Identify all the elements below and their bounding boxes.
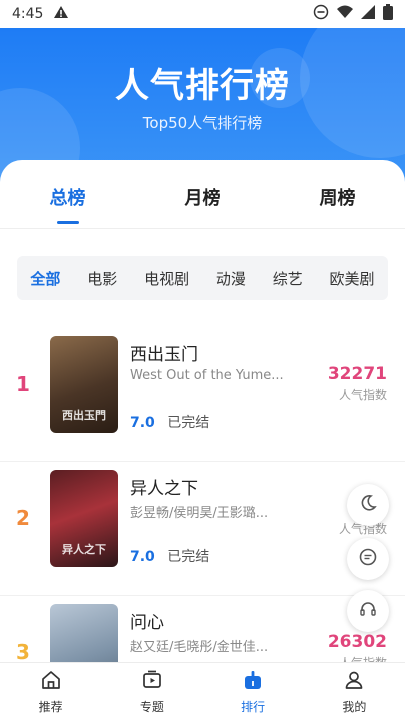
- nav-label: 排行: [241, 699, 266, 714]
- rank-number: 2: [16, 506, 30, 530]
- feedback-button[interactable]: [347, 538, 389, 580]
- headset-icon: [358, 599, 378, 623]
- poster-image[interactable]: 西出玉門: [50, 336, 118, 433]
- chat-icon: [358, 547, 378, 571]
- ranking-row[interactable]: 2 异人之下 异人之下 彭昱畅/侯明昊/王影璐... 7.0 已完结 3 人气指…: [0, 462, 405, 596]
- nav-ranking[interactable]: 排行: [203, 663, 304, 720]
- item-title[interactable]: 西出玉门: [130, 340, 198, 365]
- page-subtitle: Top50人气排行榜: [142, 114, 263, 132]
- item-status: 已完结: [167, 415, 210, 431]
- item-title[interactable]: 问心: [130, 608, 164, 633]
- category-western[interactable]: 欧美剧: [330, 268, 375, 289]
- warning-icon: [53, 5, 69, 23]
- category-all[interactable]: 全部: [30, 268, 60, 289]
- video-icon: [141, 669, 163, 694]
- poster-image[interactable]: 异人之下: [50, 470, 118, 567]
- tab-monthly[interactable]: 月榜: [135, 184, 270, 224]
- signal-icon: [361, 5, 375, 23]
- category-movie[interactable]: 电影: [87, 268, 117, 289]
- nav-recommend[interactable]: 推荐: [0, 663, 101, 720]
- item-subtitle: 赵又廷/毛晓彤/金世佳...: [130, 640, 269, 655]
- popularity-value: 26302: [327, 632, 387, 652]
- home-icon: [40, 669, 62, 694]
- popularity: 32271 人气指数: [328, 364, 387, 403]
- item-title[interactable]: 异人之下: [130, 474, 198, 499]
- nav-label: 推荐: [38, 699, 63, 714]
- tab-label: 总榜: [49, 188, 86, 209]
- ranking-icon: [242, 669, 264, 694]
- tab-label: 月榜: [184, 188, 221, 209]
- category-variety[interactable]: 综艺: [273, 268, 303, 289]
- dnd-icon: [313, 4, 329, 24]
- popularity-label: 人气指数: [338, 388, 387, 402]
- item-subtitle: 彭昱畅/侯明昊/王影璐...: [130, 506, 269, 521]
- category-filter: 全部 电影 电视剧 动漫 综艺 欧美剧: [17, 256, 388, 300]
- page-title: 人气排行榜: [115, 66, 290, 106]
- tab-label: 周榜: [319, 188, 356, 209]
- battery-icon: [383, 4, 393, 24]
- item-status: 已完结: [167, 549, 210, 565]
- item-subtitle: West Out of the Yume...: [130, 368, 284, 383]
- status-bar: 4:45: [0, 0, 405, 28]
- nav-topics[interactable]: 专题: [101, 663, 202, 720]
- wifi-icon: [337, 5, 353, 23]
- tab-total[interactable]: 总榜: [0, 184, 135, 224]
- rank-number: 1: [16, 372, 30, 396]
- ranking-tabs: 总榜 月榜 周榜: [0, 184, 405, 224]
- moon-icon: [358, 493, 378, 517]
- item-meta: 7.0 已完结: [130, 546, 209, 566]
- dark-mode-button[interactable]: [347, 484, 389, 526]
- poster-title: 西出玉門: [62, 409, 106, 422]
- profile-icon: [343, 669, 365, 694]
- tab-weekly[interactable]: 周榜: [270, 184, 405, 224]
- status-time: 4:45: [12, 6, 44, 22]
- item-meta: 7.0 已完结: [130, 412, 209, 432]
- rank-number: 3: [16, 640, 30, 664]
- bottom-navigation: 推荐 专题 排行 我的: [0, 662, 405, 720]
- popularity-value: 32271: [327, 364, 387, 384]
- item-score: 7.0: [130, 415, 155, 431]
- ranking-card: 总榜 月榜 周榜 全部 电影 电视剧 动漫 综艺 欧美剧 1 西出玉門 西出玉门…: [0, 160, 405, 720]
- category-tv[interactable]: 电视剧: [144, 268, 189, 289]
- nav-profile[interactable]: 我的: [304, 663, 405, 720]
- item-score: 7.0: [130, 549, 155, 565]
- tab-underline: [56, 221, 79, 224]
- support-button[interactable]: [347, 590, 389, 632]
- ranking-row[interactable]: 1 西出玉門 西出玉门 West Out of the Yume... 7.0 …: [0, 328, 405, 462]
- divider: [0, 228, 405, 229]
- nav-label: 我的: [342, 699, 367, 714]
- poster-title: 异人之下: [62, 543, 106, 556]
- nav-label: 专题: [139, 699, 164, 714]
- category-anime[interactable]: 动漫: [216, 268, 246, 289]
